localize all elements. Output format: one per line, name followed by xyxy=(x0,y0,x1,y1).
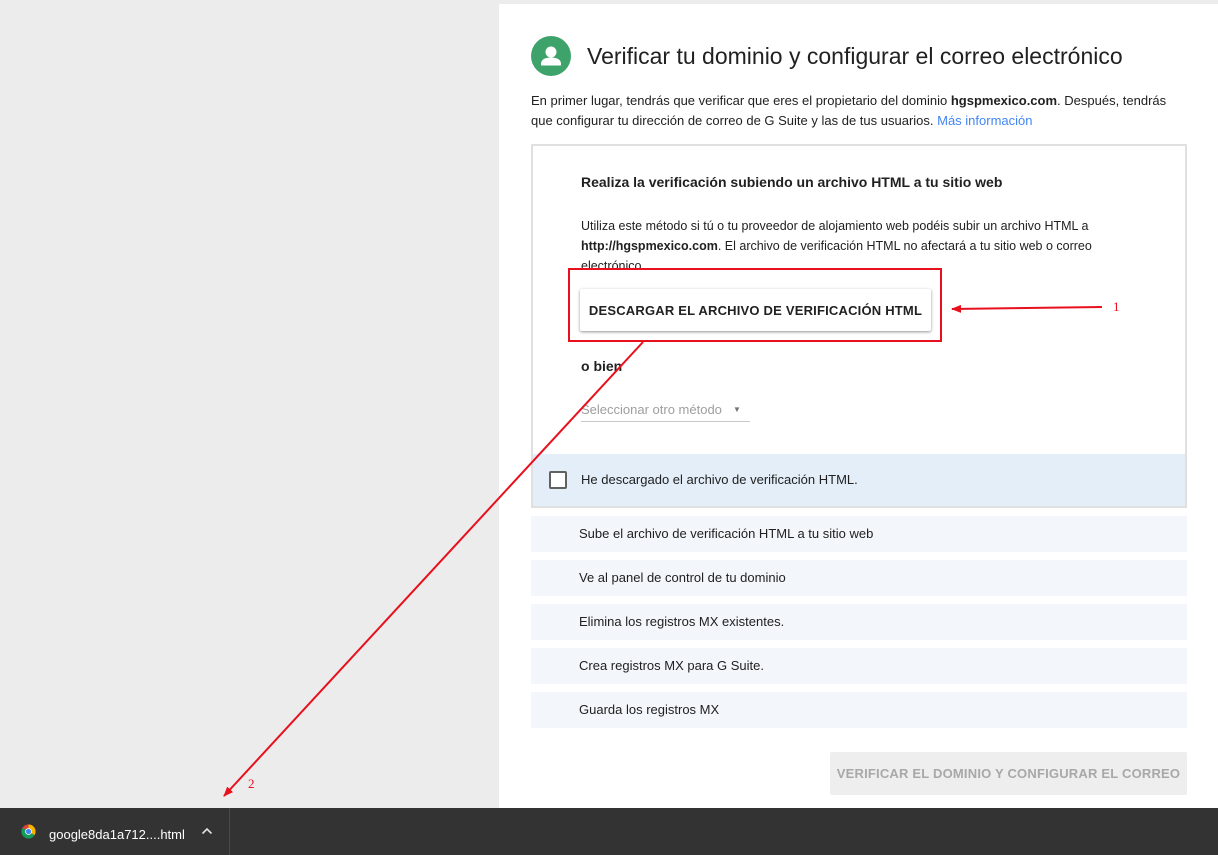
download-verification-file-button[interactable]: DESCARGAR EL ARCHIVO DE VERIFICACIÓN HTM… xyxy=(580,289,931,331)
card-desc-url: http://hgspmexico.com xyxy=(581,239,718,253)
other-method-select[interactable]: Seleccionar otro método ▼ xyxy=(581,402,750,422)
or-label: o bien xyxy=(581,358,623,374)
page-title: Verificar tu dominio y configurar el cor… xyxy=(587,42,1123,69)
browser-download-bar: google8da1a712....html xyxy=(0,808,1218,855)
chevron-up-icon[interactable] xyxy=(200,825,214,837)
card-title: Realiza la verificación subiendo un arch… xyxy=(581,174,1003,190)
annotation-label-2: 2 xyxy=(248,776,255,791)
intro-text: En primer lugar, tendrás que verificar q… xyxy=(531,91,1191,131)
dropdown-caret-icon: ▼ xyxy=(733,405,741,414)
downloaded-confirmation-row: He descargado el archivo de verificación… xyxy=(533,454,1185,506)
download-file-name: google8da1a712....html xyxy=(49,827,185,842)
card-desc-part1: Utiliza este método si tú o tu proveedor… xyxy=(581,219,1089,233)
step-save-mx-records[interactable]: Guarda los registros MX xyxy=(531,692,1187,728)
select-placeholder: Seleccionar otro método xyxy=(581,402,722,417)
step-upload-file[interactable]: Sube el archivo de verificación HTML a t… xyxy=(531,516,1187,552)
html-verification-card: Realiza la verificación subiendo un arch… xyxy=(531,144,1187,508)
user-avatar-icon xyxy=(531,36,571,76)
intro-domain: hgspmexico.com xyxy=(950,93,1058,108)
step-create-mx-records[interactable]: Crea registros MX para G Suite. xyxy=(531,648,1187,684)
downloaded-checkbox[interactable] xyxy=(549,471,567,489)
intro-text-part1: En primer lugar, tendrás que verificar q… xyxy=(531,93,951,108)
step-domain-control-panel[interactable]: Ve al panel de control de tu dominio xyxy=(531,560,1187,596)
download-item[interactable]: google8da1a712....html xyxy=(0,808,230,855)
downloaded-checkbox-label[interactable]: He descargado el archivo de verificación… xyxy=(581,472,858,487)
annotation-label-1: 1 xyxy=(1113,299,1120,314)
card-description: Utiliza este método si tú o tu proveedor… xyxy=(581,216,1121,270)
verify-domain-button[interactable]: VERIFICAR EL DOMINIO Y CONFIGURAR EL COR… xyxy=(830,752,1187,795)
page-header: Verificar tu dominio y configurar el cor… xyxy=(531,36,1123,76)
chrome-icon xyxy=(21,824,36,839)
setup-panel: Verificar tu dominio y configurar el cor… xyxy=(499,4,1218,808)
more-info-link[interactable]: Más información xyxy=(937,113,1032,128)
step-delete-mx-records[interactable]: Elimina los registros MX existentes. xyxy=(531,604,1187,640)
